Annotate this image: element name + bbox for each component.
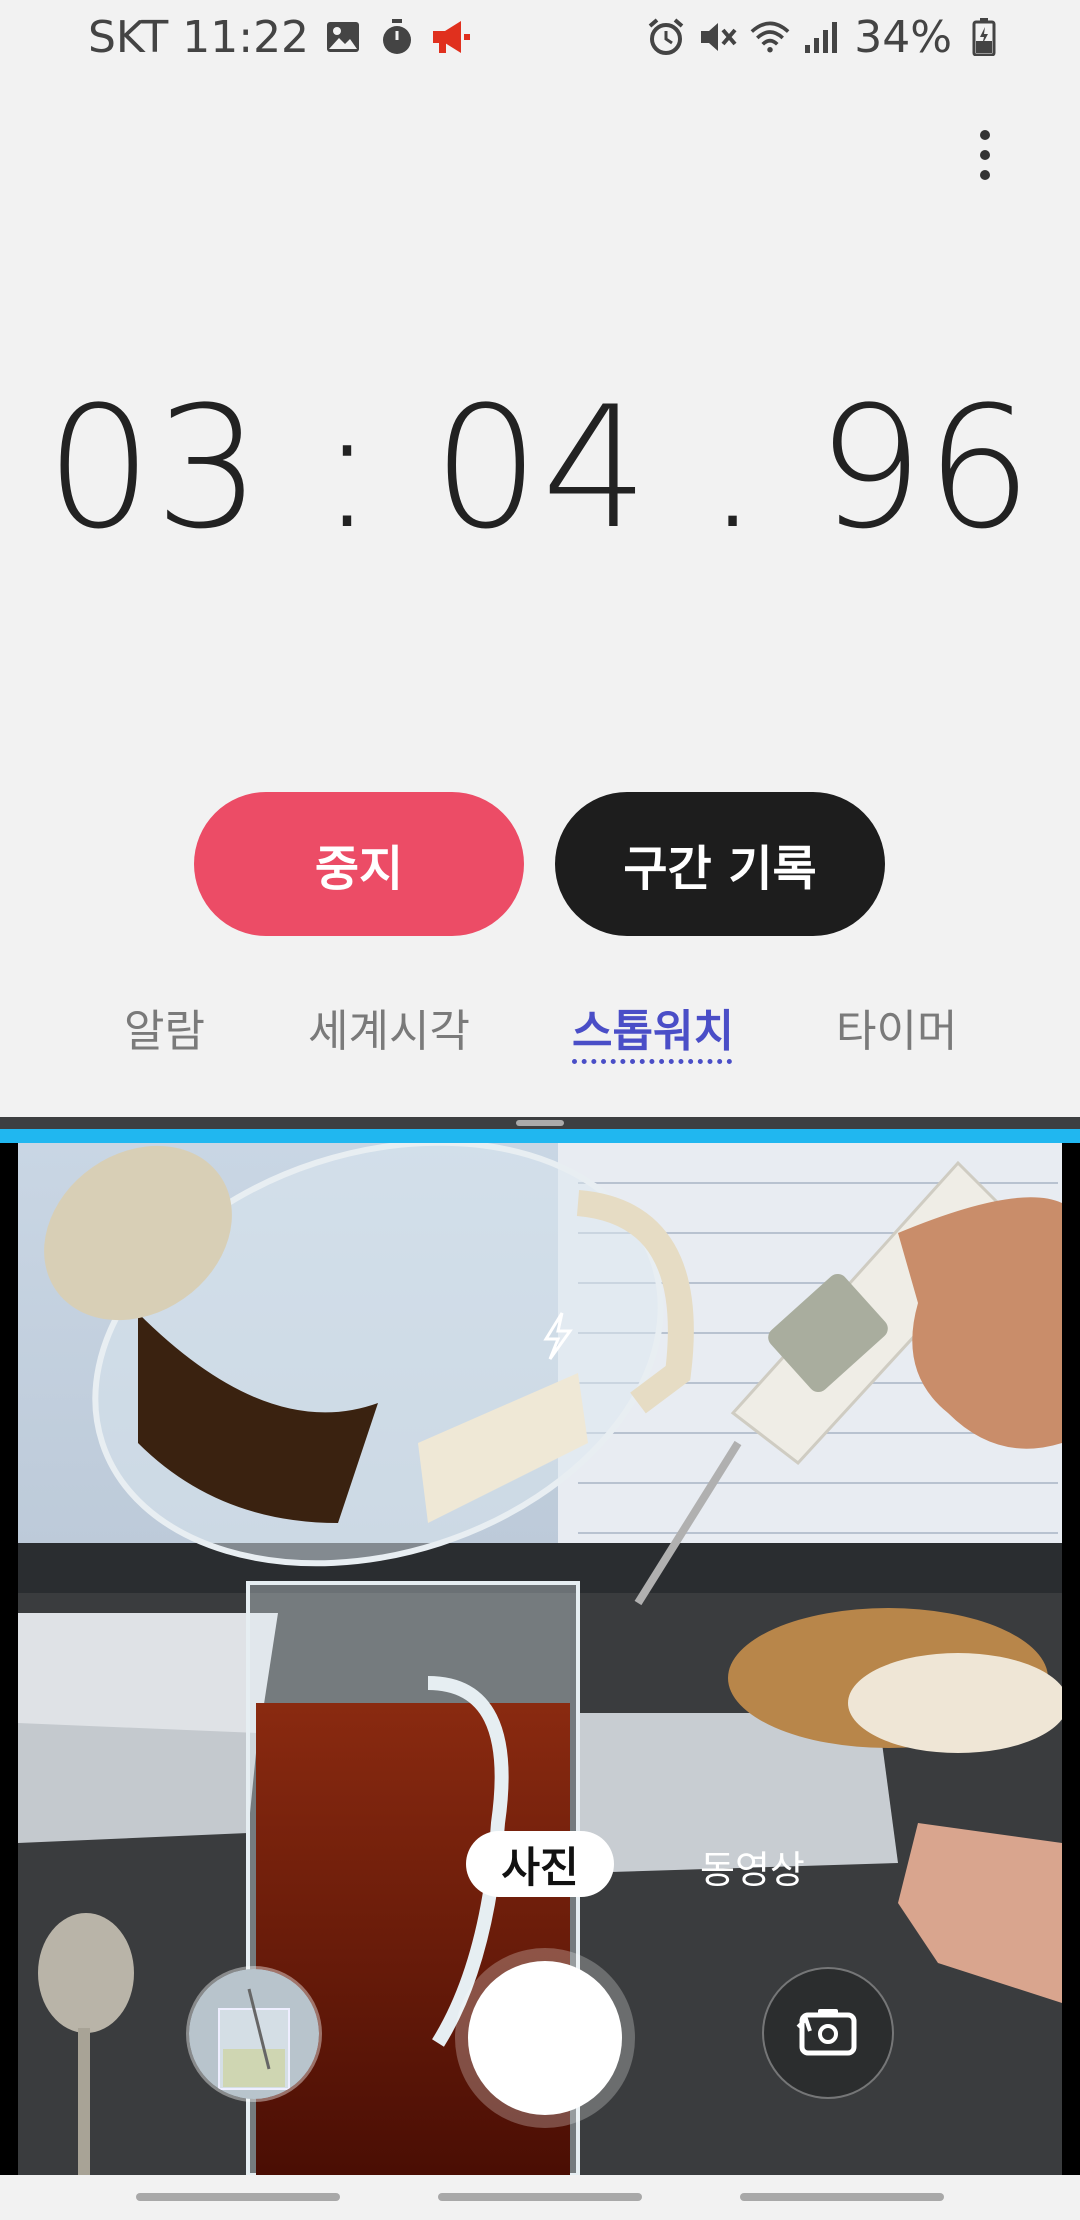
status-bar-right: 34%	[646, 11, 1004, 63]
lap-button[interactable]: 구간 기록	[555, 792, 885, 936]
clock-label: 11:22	[182, 11, 310, 63]
nav-recent-button[interactable]	[136, 2193, 340, 2201]
status-bar-left: SKT 11:22	[88, 11, 471, 63]
tab-stopwatch[interactable]: 스톱워치	[572, 995, 734, 1059]
image-icon	[323, 17, 363, 57]
carrier-label: SKT	[88, 11, 169, 63]
alarm-icon	[646, 17, 686, 57]
clock-tabs: 알람 세계시각 스톱워치 타이머	[0, 985, 1080, 1075]
focus-flash-icon	[536, 1311, 580, 1361]
split-accent-bar	[0, 1129, 1080, 1143]
battery-percent: 34%	[854, 11, 952, 63]
stopwatch-icon	[377, 17, 417, 57]
tab-timer[interactable]: 타이머	[836, 995, 957, 1059]
active-tab-indicator	[572, 1059, 732, 1064]
mode-video[interactable]: 동영상	[700, 1839, 805, 1894]
stopwatch-time: 03 : 04 . 96	[45, 370, 1035, 566]
mode-photo[interactable]: 사진	[466, 1831, 614, 1897]
camera-app: 사진 동영상	[0, 1143, 1080, 2175]
mute-icon	[698, 17, 738, 57]
battery-icon	[964, 17, 1004, 57]
stop-button[interactable]: 중지	[194, 792, 524, 936]
wifi-icon	[750, 17, 790, 57]
split-handle[interactable]	[516, 1120, 564, 1126]
status-bar: SKT 11:22 34%	[0, 0, 1080, 80]
tab-world-clock[interactable]: 세계시각	[308, 995, 470, 1059]
switch-camera-button[interactable]	[762, 1967, 894, 2099]
nav-back-button[interactable]	[740, 2193, 944, 2201]
signal-icon	[802, 17, 842, 57]
more-options-icon[interactable]	[955, 120, 1015, 190]
shutter-button[interactable]	[468, 1961, 622, 2115]
navigation-bar	[0, 2175, 1080, 2220]
camera-flip-icon	[796, 2003, 860, 2063]
tab-alarm[interactable]: 알람	[124, 995, 205, 1059]
nav-home-button[interactable]	[438, 2193, 642, 2201]
gallery-thumbnail[interactable]	[186, 1966, 322, 2102]
megaphone-icon	[431, 17, 471, 57]
